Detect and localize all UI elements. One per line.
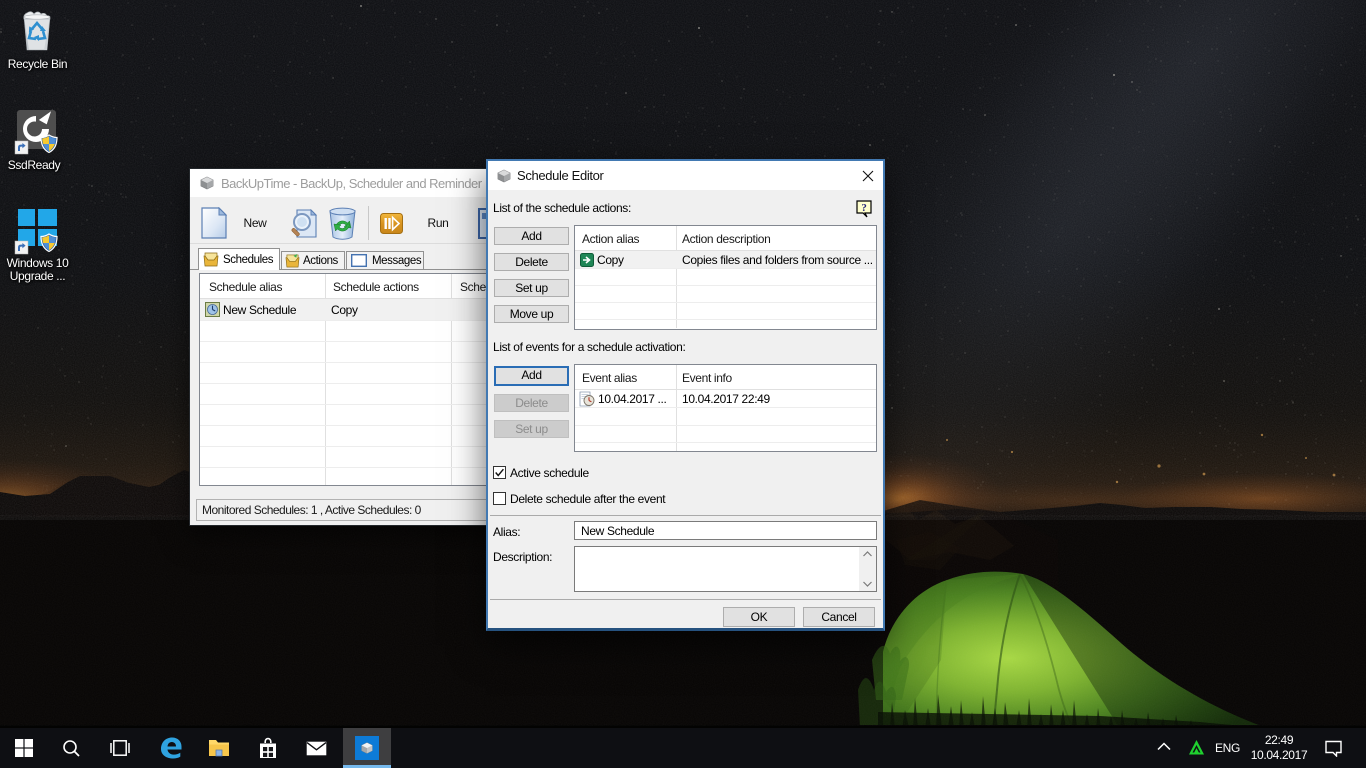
svg-text:?: ?: [861, 202, 866, 214]
